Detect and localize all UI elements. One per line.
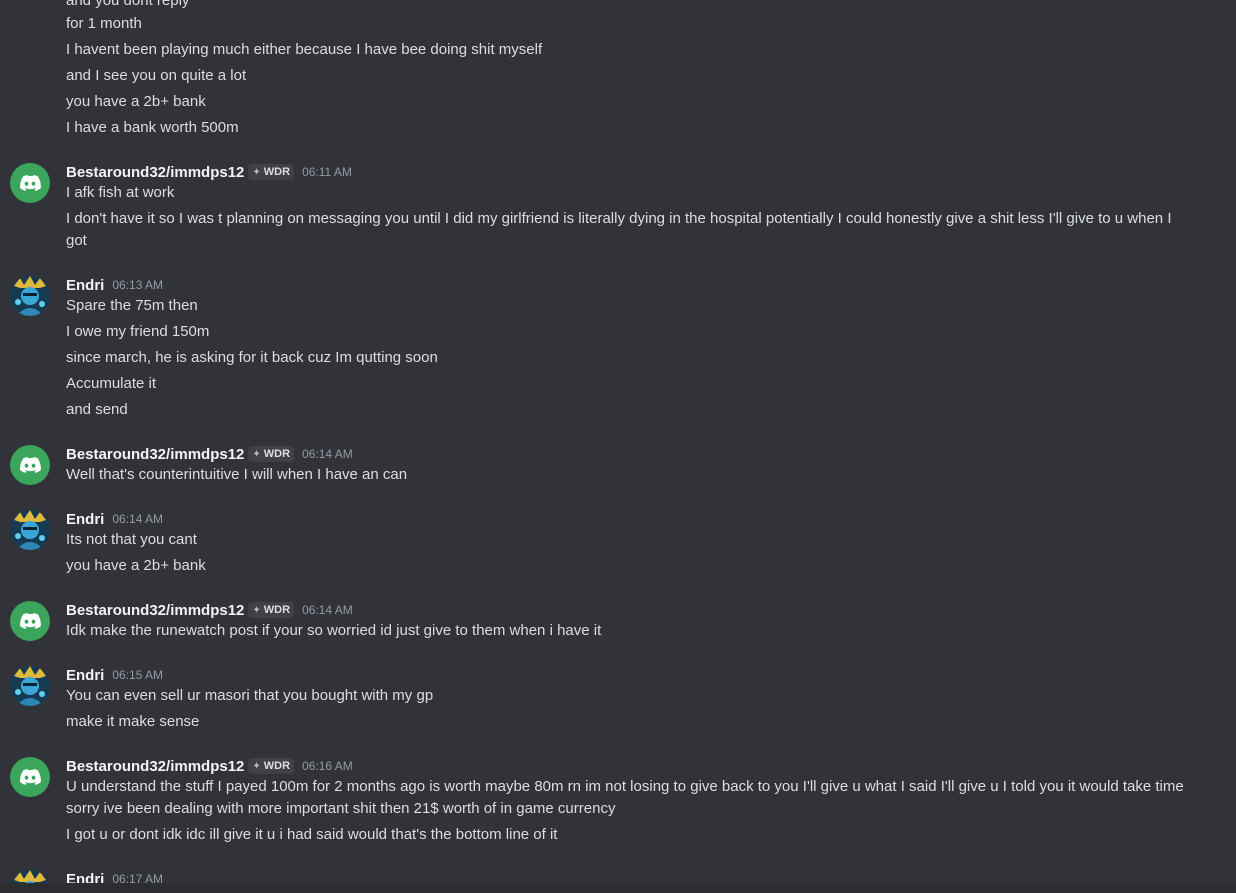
message-header: Endri 06:15 AM — [66, 664, 163, 686]
message-text: I afk fish at work — [66, 184, 175, 201]
timestamp[interactable]: 06:14 AM — [302, 447, 353, 461]
message-header: Endri 06:13 AM — [66, 274, 163, 296]
message-text: make it make sense — [66, 713, 200, 730]
message-header: Bestaround32/immdps12 ✦ WDR 06:16 AM — [66, 755, 353, 777]
message-text: Idk make the runewatch post if your so w… — [66, 622, 602, 639]
avatar[interactable] — [10, 276, 50, 316]
message-text: and you dont reply — [66, 0, 190, 9]
sparkle-icon: ✦ — [252, 166, 261, 178]
message-text: U understand the stuff I payed 100m for … — [66, 778, 1184, 817]
discord-logo-icon[interactable] — [10, 445, 50, 485]
message-text: and I see you on quite a lot — [66, 67, 247, 84]
chat-message-list: and you dont reply for 1 month I havent be… — [0, 0, 1236, 893]
message-header: Endri 06:14 AM — [66, 508, 163, 530]
tag-label: WDR — [263, 166, 291, 178]
message-text: you have a 2b+ bank — [66, 93, 206, 110]
message-text: for 1 month — [66, 15, 142, 32]
username[interactable]: Bestaround32/immdps12 — [66, 446, 244, 463]
timestamp[interactable]: 06:14 AM — [112, 512, 163, 526]
server-tag-badge[interactable]: ✦ WDR — [248, 446, 295, 462]
avatar[interactable] — [10, 666, 50, 706]
message-text: I owe my friend 150m — [66, 323, 210, 340]
username[interactable]: Endri — [66, 511, 104, 528]
timestamp[interactable]: 06:16 AM — [302, 759, 353, 773]
server-tag-badge[interactable]: ✦ WDR — [248, 164, 295, 180]
discord-logo-icon[interactable] — [10, 601, 50, 641]
message-text: Its not that you cant — [66, 531, 197, 548]
sparkle-icon: ✦ — [252, 604, 261, 616]
server-tag-badge[interactable]: ✦ WDR — [248, 758, 295, 774]
message-text: I don't have it so I was t planning on m… — [66, 210, 1172, 249]
message-text: I havent been playing much either becaus… — [66, 41, 543, 58]
tag-label: WDR — [263, 604, 291, 616]
avatar[interactable] — [10, 510, 50, 550]
tag-label: WDR — [263, 760, 291, 772]
message-text: Spare the 75m then — [66, 297, 198, 314]
message-text: I have a bank worth 500m — [66, 119, 239, 136]
message-text: You can even sell ur masori that you bou… — [66, 687, 434, 704]
sparkle-icon: ✦ — [252, 760, 261, 772]
sparkle-icon: ✦ — [252, 448, 261, 460]
username[interactable]: Endri — [66, 667, 104, 684]
tag-label: WDR — [263, 448, 291, 460]
message-header: Bestaround32/immdps12 ✦ WDR 06:11 AM — [66, 161, 352, 183]
message-text: since march, he is asking for it back cu… — [66, 349, 438, 366]
username[interactable]: Bestaround32/immdps12 — [66, 602, 244, 619]
username[interactable]: Endri — [66, 277, 104, 294]
timestamp[interactable]: 06:11 AM — [302, 165, 352, 179]
timestamp[interactable]: 06:15 AM — [112, 668, 163, 682]
message-text: Well that's counterintuitive I will when… — [66, 466, 408, 483]
username[interactable]: Bestaround32/immdps12 — [66, 758, 244, 775]
timestamp[interactable]: 06:14 AM — [302, 603, 353, 617]
timestamp[interactable]: 06:13 AM — [112, 278, 163, 292]
message-header: Bestaround32/immdps12 ✦ WDR 06:14 AM — [66, 599, 353, 621]
message-input-area[interactable] — [0, 883, 1236, 893]
discord-logo-icon[interactable] — [10, 163, 50, 203]
server-tag-badge[interactable]: ✦ WDR — [248, 602, 295, 618]
message-text: and send — [66, 401, 128, 418]
message-header: Bestaround32/immdps12 ✦ WDR 06:14 AM — [66, 443, 353, 465]
message-text: Accumulate it — [66, 375, 157, 392]
message-text: I got u or dont idk idc ill give it u i … — [66, 826, 558, 843]
username[interactable]: Bestaround32/immdps12 — [66, 164, 244, 181]
discord-logo-icon[interactable] — [10, 757, 50, 797]
message-text: you have a 2b+ bank — [66, 557, 206, 574]
